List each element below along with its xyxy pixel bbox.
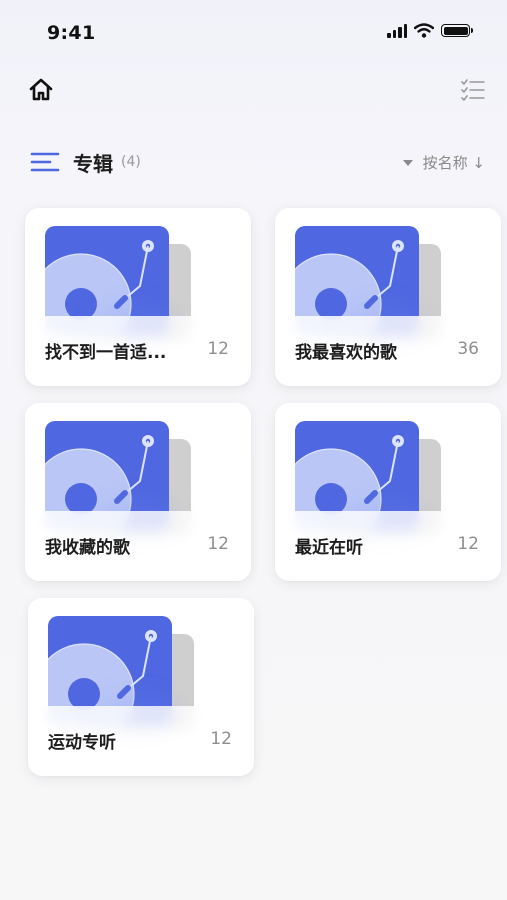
checklist-button[interactable] [459, 76, 487, 104]
battery-icon [441, 24, 473, 37]
album-card[interactable]: 我最喜欢的歌 36 [275, 208, 501, 386]
status-icons [387, 23, 473, 38]
sort-label: 按名称 ↓ [422, 154, 485, 172]
album-card[interactable]: 找不到一首适... 12 [25, 208, 251, 386]
album-name: 运动专听 [48, 733, 116, 753]
home-icon [29, 78, 53, 101]
album-header: 专辑 (4) 按名称 ↓ [0, 140, 507, 184]
album-name: 我收藏的歌 [45, 538, 130, 558]
album-song-count: 12 [207, 534, 229, 554]
nav-bar [0, 66, 507, 114]
album-card[interactable]: 运动专听 12 [28, 598, 254, 776]
checklist-icon [461, 79, 485, 101]
album-song-count: 36 [457, 339, 479, 359]
home-button[interactable] [26, 75, 56, 105]
album-card[interactable]: 我收藏的歌 12 [25, 403, 251, 581]
triangle-down-icon [402, 159, 413, 166]
album-song-count: 12 [210, 729, 232, 749]
album-song-count: 12 [207, 339, 229, 359]
page-title: 专辑 [73, 152, 113, 176]
album-name: 最近在听 [295, 538, 363, 558]
status-bar: 9:41 [0, 0, 507, 66]
album-name: 我最喜欢的歌 [295, 343, 397, 363]
menu-lines-icon[interactable] [30, 151, 60, 173]
album-card[interactable]: 最近在听 12 [275, 403, 501, 581]
album-count: (4) [121, 154, 141, 170]
sort-button[interactable]: 按名称 ↓ [402, 152, 485, 173]
album-name: 找不到一首适... [45, 343, 167, 363]
status-time: 9:41 [47, 22, 96, 44]
cellular-signal-icon [387, 23, 407, 38]
album-song-count: 12 [457, 534, 479, 554]
wifi-icon [414, 23, 434, 38]
